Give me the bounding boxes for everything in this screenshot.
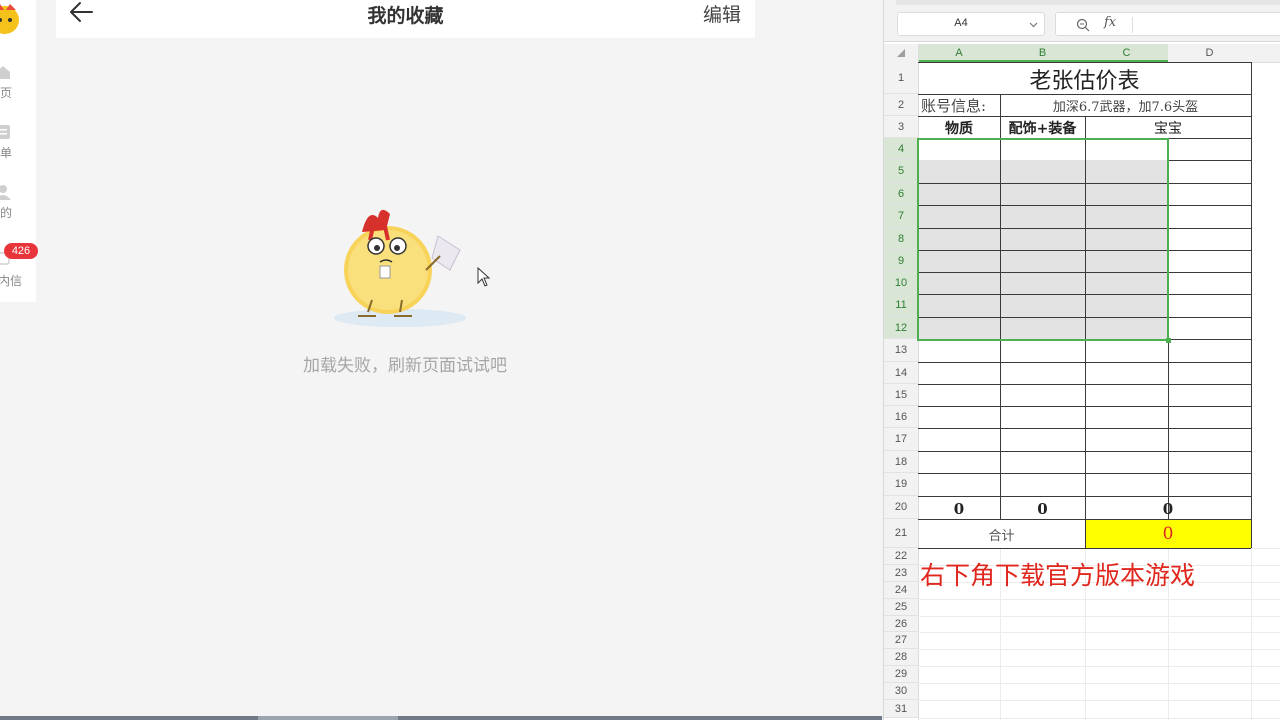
edit-button[interactable]: 编辑 bbox=[703, 0, 741, 27]
user-icon bbox=[0, 185, 11, 200]
grid-line bbox=[918, 599, 1280, 600]
account-label-cell[interactable]: 账号信息: bbox=[918, 95, 1000, 116]
taskbar-edge bbox=[0, 716, 882, 720]
total-label-cell[interactable]: 合计 bbox=[918, 520, 1085, 548]
row-header-16[interactable]: 16 bbox=[884, 406, 918, 428]
row-header-5[interactable]: 5 bbox=[884, 160, 918, 183]
total-value-cell[interactable]: 0 bbox=[1085, 520, 1251, 548]
grid-line bbox=[918, 616, 1280, 617]
row-header-6[interactable]: 6 bbox=[884, 183, 918, 205]
grid-line bbox=[918, 632, 1280, 633]
row-header-10[interactable]: 10 bbox=[884, 272, 918, 294]
row-header-29[interactable]: 29 bbox=[884, 666, 918, 683]
sidebar-item-home[interactable]: 页 bbox=[0, 64, 36, 108]
spreadsheet-pane: A4 fx A B C D 1 2 3 4 5 6 7 8 9 10 11 12 1 bbox=[883, 0, 1280, 720]
grid-line bbox=[918, 649, 1280, 650]
row-header-9[interactable]: 9 bbox=[884, 250, 918, 272]
grid-line bbox=[918, 666, 1280, 667]
select-all-icon[interactable] bbox=[897, 49, 905, 57]
col-header-e[interactable] bbox=[1251, 44, 1280, 62]
sidebar-item-orders[interactable]: 单 bbox=[0, 124, 36, 168]
row-header-22[interactable]: 22 bbox=[884, 548, 918, 565]
row-header-19[interactable]: 19 bbox=[884, 473, 918, 496]
header-wuzhi-cell[interactable]: 物质 bbox=[918, 117, 1000, 138]
sidebar-item-label: 页 bbox=[0, 86, 13, 100]
sidebar-item-label: 的 bbox=[0, 206, 13, 220]
row-header-28[interactable]: 28 bbox=[884, 649, 918, 666]
row-header-2[interactable]: 2 bbox=[884, 94, 918, 116]
fill-handle[interactable] bbox=[1166, 338, 1171, 343]
row-header-15[interactable]: 15 bbox=[884, 384, 918, 406]
row-header-18[interactable]: 18 bbox=[884, 451, 918, 473]
download-note-cell[interactable]: 右下角下载官方版本游戏 bbox=[920, 558, 1280, 590]
sum-c-cell[interactable]: 0 bbox=[1085, 498, 1251, 519]
row-header-3[interactable]: 3 bbox=[884, 116, 918, 138]
empty-state-message: 加载失败，刷新页面试试吧 bbox=[303, 356, 507, 376]
grid-line bbox=[918, 700, 1280, 701]
sidebar-item-mine[interactable]: 的 bbox=[0, 184, 36, 228]
order-icon bbox=[0, 125, 10, 139]
grid-line bbox=[918, 683, 1280, 684]
page-title: 我的收藏 bbox=[367, 5, 444, 27]
row-header-27[interactable]: 27 bbox=[884, 632, 918, 649]
row-header-31[interactable]: 31 bbox=[884, 700, 918, 718]
row-header-20[interactable]: 20 bbox=[884, 496, 918, 519]
row-header-30[interactable]: 30 bbox=[884, 683, 918, 700]
sum-b-cell[interactable]: 0 bbox=[1000, 498, 1085, 519]
header-peishi-cell[interactable]: 配饰+装备 bbox=[1000, 117, 1085, 138]
left-sidebar: 页 单 的 内信 426 bbox=[0, 0, 38, 302]
sidebar-item-label: 单 bbox=[0, 146, 13, 160]
row-header-8[interactable]: 8 bbox=[884, 228, 918, 250]
account-value-cell[interactable]: 加深6.7武器，加7.6头盔 bbox=[1000, 95, 1251, 116]
col-header-c[interactable]: C bbox=[1085, 44, 1168, 62]
row-header-17[interactable]: 17 bbox=[884, 428, 918, 451]
row-header-25[interactable]: 25 bbox=[884, 599, 918, 616]
empty-state-illustration bbox=[334, 209, 466, 327]
sum-a-cell[interactable]: 0 bbox=[918, 498, 1000, 519]
grid-line bbox=[918, 548, 1251, 549]
row-header-11[interactable]: 11 bbox=[884, 294, 918, 317]
mouse-cursor-icon bbox=[477, 267, 491, 287]
row-header-24[interactable]: 24 bbox=[884, 582, 918, 599]
col-header-d[interactable]: D bbox=[1168, 44, 1251, 62]
sidebar-item-label: 内信 bbox=[0, 274, 23, 288]
row-header-7[interactable]: 7 bbox=[884, 205, 918, 228]
unread-badge: 426 bbox=[4, 243, 38, 259]
col-header-a[interactable]: A bbox=[918, 44, 1000, 62]
row-header-1[interactable]: 1 bbox=[884, 62, 918, 94]
top-bar: 我的收藏 编辑 bbox=[56, 0, 755, 38]
selection-range[interactable] bbox=[917, 138, 1169, 341]
row-header-14[interactable]: 14 bbox=[884, 362, 918, 384]
grid-line bbox=[1168, 160, 1251, 161]
header-baobao-cell[interactable]: 宝宝 bbox=[1085, 117, 1251, 138]
home-icon bbox=[0, 66, 10, 79]
row-header-12[interactable]: 12 bbox=[884, 317, 918, 339]
row-header-26[interactable]: 26 bbox=[884, 616, 918, 632]
row-header-4[interactable]: 4 bbox=[884, 138, 918, 160]
sheet-title-cell[interactable]: 老张估价表 bbox=[918, 63, 1251, 94]
sheet-grid[interactable]: A B C D 1 2 3 4 5 6 7 8 9 10 11 12 13 14 15 16 17 18 19 20 2… bbox=[884, 0, 1280, 720]
grid-line bbox=[1251, 62, 1252, 548]
grid-line bbox=[918, 718, 1280, 719]
row-header-23[interactable]: 23 bbox=[884, 565, 918, 582]
row-header-21[interactable]: 21 bbox=[884, 519, 918, 548]
app-logo-icon bbox=[0, 4, 19, 34]
col-header-b[interactable]: B bbox=[1000, 44, 1085, 62]
row-header-13[interactable]: 13 bbox=[884, 339, 918, 362]
